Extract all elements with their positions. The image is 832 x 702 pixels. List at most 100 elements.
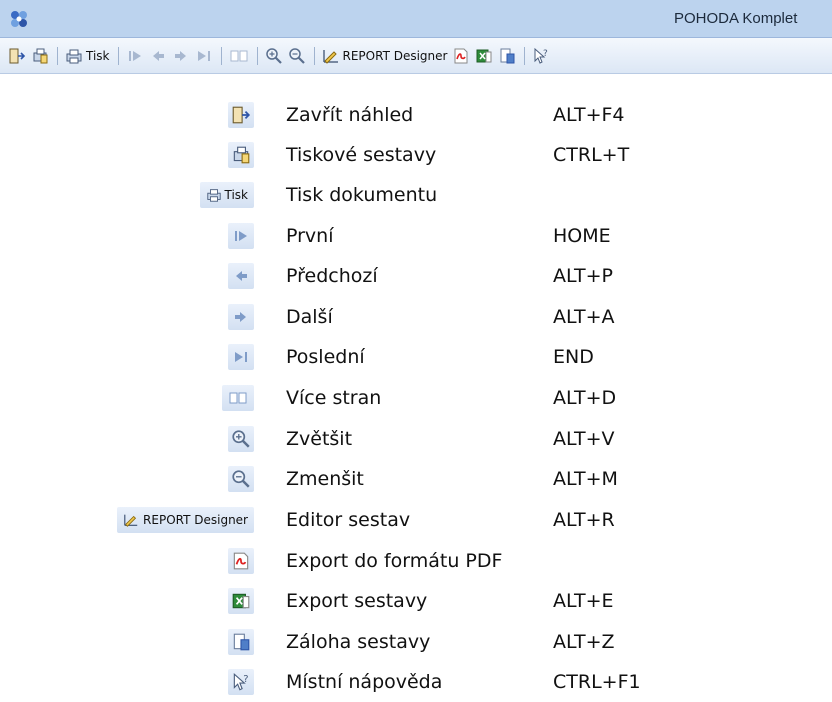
close-preview-icon: [9, 48, 26, 63]
legend-row: Zavřít náhled ALT+F4: [0, 98, 832, 140]
legend-icon-cell: [228, 548, 254, 574]
toolbar-separator: [313, 46, 315, 65]
next-page-icon: [174, 50, 186, 61]
zoom-out-icon: [228, 466, 254, 492]
first-page-icon: [128, 50, 141, 61]
legend-label: Export sestavy: [286, 590, 428, 612]
print-button-label: Tisk: [86, 48, 110, 63]
legend-row: Zvětšit ALT+V: [0, 422, 832, 464]
legend-label: Poslední: [286, 346, 365, 368]
context-help-icon: ?: [228, 669, 254, 695]
zoom-in-icon: [228, 426, 254, 452]
pdf-export-button[interactable]: [450, 44, 472, 68]
legend-label: Editor sestav: [286, 509, 411, 531]
last-page-icon: [228, 344, 254, 370]
next-page-button[interactable]: [170, 44, 192, 68]
toolbar-separator: [220, 46, 222, 65]
legend-row: První HOME: [0, 219, 832, 261]
first-page-icon: [228, 223, 254, 249]
legend-icon-cell: [228, 629, 254, 655]
window-title: POHODA Komplet: [674, 10, 798, 27]
legend-icon-cell: [228, 142, 254, 168]
last-page-icon: [197, 50, 210, 61]
legend-row: ? Místní nápověda CTRL+F1: [0, 665, 832, 702]
print-reports-icon: [228, 142, 254, 168]
previous-page-icon: [152, 50, 164, 61]
legend-row: Předchozí ALT+P: [0, 259, 832, 301]
app-icon[interactable]: [10, 10, 28, 28]
legend-button-text: Tisk: [224, 188, 249, 202]
toolbar-separator: [57, 46, 58, 65]
legend-shortcut: ALT+F4: [553, 104, 625, 126]
next-page-icon: [228, 304, 254, 330]
print-reports-button[interactable]: [29, 44, 51, 68]
multiple-pages-icon: [230, 50, 247, 61]
print-reports-icon: [33, 48, 48, 63]
report-designer-button[interactable]: REPORT Designer: [320, 44, 450, 68]
legend-icon-cell: [228, 466, 254, 492]
legend-row: Tisk Tisk dokumentu: [0, 178, 832, 220]
legend-row: Export do formátu PDF: [0, 544, 832, 586]
previous-page-button[interactable]: [147, 44, 169, 68]
legend-label: První: [286, 225, 334, 247]
multiple-pages-icon: [222, 385, 254, 411]
legend-shortcut: ALT+P: [553, 265, 613, 287]
close-preview-button[interactable]: [6, 44, 28, 68]
legend-label: Předchozí: [286, 265, 378, 287]
legend-label: Tiskové sestavy: [286, 144, 437, 166]
zoom-in-icon: [265, 47, 282, 64]
report-designer-icon: REPORT Designer: [117, 507, 254, 533]
legend-row: Více stran ALT+D: [0, 381, 832, 423]
legend-row: Poslední END: [0, 340, 832, 382]
close-preview-icon: [228, 102, 254, 128]
context-help-icon: ?: [534, 47, 548, 64]
legend-label: Více stran: [286, 387, 382, 409]
title-bar: POHODA Komplet: [0, 0, 832, 38]
legend-shortcut: ALT+Z: [553, 631, 615, 653]
legend-button-text: REPORT Designer: [143, 513, 248, 527]
excel-export-icon: [228, 588, 254, 614]
legend-label: Zvětšit: [286, 428, 353, 450]
legend-row: Zmenšit ALT+M: [0, 462, 832, 504]
last-page-button[interactable]: [193, 44, 215, 68]
svg-text:?: ?: [543, 49, 548, 59]
legend-icon-cell: [228, 263, 254, 289]
legend-icon-cell: Tisk: [199, 182, 254, 208]
legend-shortcut: ALT+V: [553, 428, 615, 450]
legend-shortcut: CTRL+T: [553, 144, 630, 166]
legend-label: Zmenšit: [286, 468, 364, 490]
legend-row: Tiskové sestavy CTRL+T: [0, 138, 832, 180]
legend-label: Místní nápověda: [286, 671, 443, 693]
legend-row: Export sestavy ALT+E: [0, 584, 832, 626]
excel-export-icon: [476, 49, 492, 62]
legend-shortcut: ALT+M: [553, 468, 618, 490]
printer-icon: [66, 49, 82, 63]
svg-text:?: ?: [243, 674, 248, 685]
report-designer-icon: [322, 49, 338, 64]
zoom-out-icon: [288, 47, 305, 64]
toolbar-separator: [256, 46, 258, 65]
toolbar-separator: [117, 46, 119, 65]
print-icon: Tisk: [199, 182, 254, 208]
legend-icon-cell: REPORT Designer: [117, 507, 254, 533]
previous-page-icon: [228, 263, 254, 289]
zoom-out-button[interactable]: [286, 44, 308, 68]
backup-report-button[interactable]: [496, 44, 518, 68]
excel-export-button[interactable]: [473, 44, 495, 68]
legend-row: Záloha sestavy ALT+Z: [0, 625, 832, 667]
context-help-button[interactable]: ?: [530, 44, 552, 68]
multiple-pages-button[interactable]: [227, 44, 251, 68]
legend-icon-cell: [228, 304, 254, 330]
legend-label: Zavřít náhled: [286, 104, 414, 126]
first-page-button[interactable]: [124, 44, 146, 68]
zoom-in-button[interactable]: [263, 44, 285, 68]
legend-row: Další ALT+A: [0, 300, 832, 342]
preview-toolbar: Tisk REPORT Designer ?: [0, 38, 832, 74]
legend-label: Další: [286, 306, 333, 328]
legend-icon-cell: [228, 102, 254, 128]
legend-icon-cell: ?: [228, 669, 254, 695]
legend-label: Záloha sestavy: [286, 631, 431, 653]
print-button[interactable]: Tisk: [63, 44, 112, 68]
report-designer-label: REPORT Designer: [342, 48, 448, 63]
legend-shortcut: END: [553, 346, 594, 368]
